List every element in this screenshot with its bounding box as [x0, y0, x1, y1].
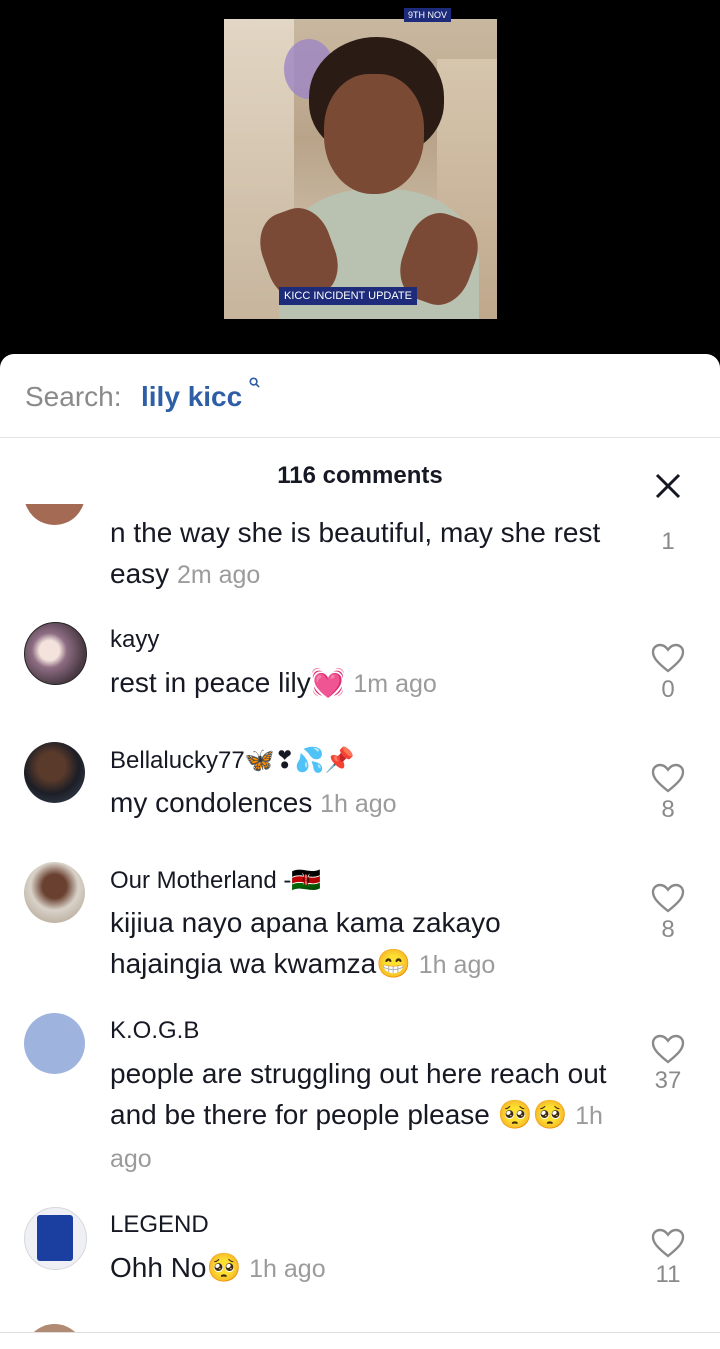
search-prefix: Search:: [25, 381, 122, 412]
like-count: 37: [654, 1067, 682, 1094]
search-bar[interactable]: Search: lily kicc: [0, 354, 720, 438]
comment-text: kijiua nayo apana kama zakayo hajaingia …: [110, 907, 501, 979]
comment-text: my condolences 1h ago: [110, 787, 397, 818]
comment-text: n the way she is beautiful, may she rest…: [110, 517, 601, 589]
avatar-device-image: [37, 1215, 73, 1261]
avatar[interactable]: [24, 862, 85, 923]
comment-time: 1h ago: [418, 951, 496, 979]
comment-username[interactable]: Bellalucky77🦋❣💦📌: [110, 746, 355, 775]
avatar[interactable]: [24, 622, 87, 685]
video-area[interactable]: 9TH NOV KICC INCIDENT UPDATE: [0, 0, 720, 354]
close-icon[interactable]: [652, 470, 684, 502]
avatar[interactable]: [24, 1013, 85, 1074]
video-title-tag: KICC INCIDENT UPDATE: [279, 287, 417, 305]
comment-time: 2m ago: [176, 561, 261, 589]
comment-time: 1h ago: [320, 790, 397, 818]
comment-username[interactable]: kayy: [110, 626, 159, 654]
like-button[interactable]: 37: [648, 1033, 688, 1095]
like-count: 0: [661, 676, 675, 703]
comment-username[interactable]: Our Motherland -🇰🇪: [110, 866, 321, 895]
comments-sheet: Search: lily kicc 116 comments n the way…: [0, 354, 720, 1349]
comment-text: Ohh No🥺 1h ago: [110, 1252, 326, 1283]
comment-text: people are struggling out here reach out…: [110, 1058, 607, 1173]
like-count: 11: [655, 1261, 681, 1288]
like-button[interactable]: 1: [648, 526, 688, 556]
heart-icon[interactable]: [650, 882, 686, 914]
like-button[interactable]: 8: [648, 762, 688, 824]
comment-input-bar[interactable]: [0, 1332, 720, 1349]
like-count: 1: [661, 528, 675, 555]
heart-icon[interactable]: [650, 1227, 686, 1259]
search-term-link[interactable]: lily kicc: [141, 381, 242, 413]
search-icon[interactable]: [249, 377, 260, 388]
thumbnail-person-face: [324, 74, 424, 194]
like-button[interactable]: 0: [648, 642, 688, 704]
avatar[interactable]: [24, 1207, 87, 1270]
like-button[interactable]: 11: [648, 1227, 688, 1289]
heart-icon[interactable]: [650, 642, 686, 674]
video-thumbnail[interactable]: [224, 19, 497, 319]
video-date-tag: 9TH NOV: [404, 8, 452, 22]
avatar[interactable]: [24, 504, 85, 525]
comment-time: 1h ago: [249, 1255, 326, 1283]
like-button[interactable]: 8: [648, 882, 688, 944]
like-count: 8: [661, 796, 675, 823]
comment-text: rest in peace lily💓 1m ago: [110, 667, 437, 698]
comments-count: 116 comments: [277, 462, 443, 489]
comment-list[interactable]: n the way she is beautiful, may she rest…: [0, 504, 720, 1334]
comment-time: 1m ago: [353, 670, 437, 698]
comment-username[interactable]: LEGEND: [110, 1211, 209, 1239]
like-count: 8: [661, 916, 675, 943]
heart-icon[interactable]: [650, 1033, 686, 1065]
heart-icon[interactable]: [650, 762, 686, 794]
comment-username[interactable]: K.O.G.B: [110, 1017, 199, 1045]
avatar[interactable]: [24, 742, 85, 803]
